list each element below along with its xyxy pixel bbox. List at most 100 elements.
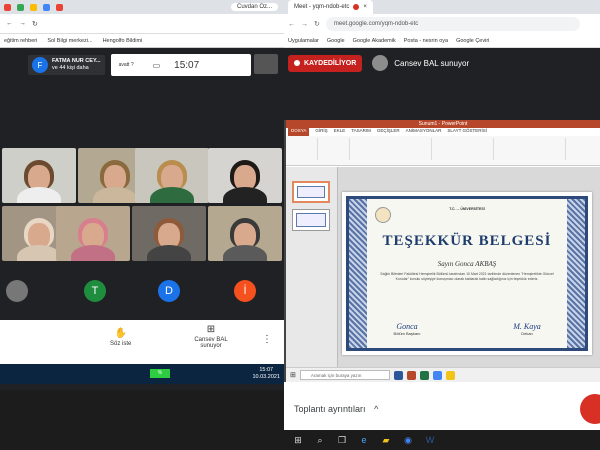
bookmark-item[interactable]: Google bbox=[327, 38, 345, 44]
ppt-tab[interactable]: GİRİŞ bbox=[315, 128, 327, 136]
ppt-title-bar: Sunum1 - PowerPoint bbox=[286, 120, 600, 128]
ppt-tab[interactable]: EKLE bbox=[334, 128, 346, 136]
slide-thumbnail[interactable] bbox=[292, 209, 330, 231]
drive-tab-icon[interactable] bbox=[17, 3, 24, 11]
task-view-icon[interactable]: ❐ bbox=[336, 434, 348, 446]
reload-icon[interactable]: ↻ bbox=[32, 20, 38, 28]
participant-tile[interactable] bbox=[2, 148, 76, 203]
left-taskbar: % 15:07 10.03.2021 bbox=[0, 364, 284, 384]
ppt-tab[interactable]: SLAYT GÖSTERİSİ bbox=[447, 128, 487, 136]
left-border-pattern bbox=[349, 199, 367, 348]
windows-start-icon[interactable]: ⊞ bbox=[292, 434, 304, 446]
certificate-slide[interactable]: T.C. ... ÜNİVERSİTESİ TEŞEKKÜR BELGESİ S… bbox=[342, 192, 592, 355]
reload-icon[interactable]: ↻ bbox=[314, 20, 320, 28]
signature-scribble: Gonca bbox=[396, 322, 418, 331]
raise-hand-label: Söz iste bbox=[110, 341, 132, 347]
card-label: avatt ? bbox=[118, 62, 134, 68]
participant-tile[interactable] bbox=[132, 206, 206, 261]
word-icon[interactable] bbox=[393, 370, 403, 380]
ppt-tab[interactable]: GEÇİŞLER bbox=[377, 128, 400, 136]
participant-grid bbox=[0, 148, 284, 266]
screen-icon[interactable]: ▭ bbox=[153, 61, 161, 70]
meet-footer: Toplantı ayrıntıları ^ bbox=[284, 382, 600, 430]
meeting-details-button[interactable]: Toplantı ayrıntıları ^ bbox=[294, 404, 378, 414]
bookmark-item[interactable]: Posta - nesrin oya bbox=[404, 38, 448, 44]
ppt-tab[interactable]: DOSYA bbox=[288, 128, 310, 136]
slides-group[interactable] bbox=[320, 138, 350, 160]
meet-top-bar: KAYDEDİLİYOR Cansev BAL sunuyor bbox=[284, 48, 600, 78]
profile-chip[interactable]: Cuvdan Oz... bbox=[230, 3, 278, 11]
participant-tile[interactable] bbox=[208, 148, 282, 203]
meet-tab[interactable]: Meet - yqm-ndob-etc × bbox=[288, 0, 373, 14]
end-call-button[interactable] bbox=[580, 394, 600, 424]
recording-label: KAYDEDİLİYOR bbox=[304, 59, 357, 67]
youtube-tab-icon[interactable] bbox=[56, 3, 63, 11]
excel-icon[interactable] bbox=[419, 370, 429, 380]
search-icon[interactable]: ⌕ bbox=[314, 434, 326, 446]
participant-tile[interactable] bbox=[56, 206, 130, 261]
recording-badge[interactable]: KAYDEDİLİYOR bbox=[288, 54, 363, 72]
clock-date: 10.03.2021 bbox=[252, 374, 280, 380]
paragraph-group[interactable] bbox=[434, 138, 494, 160]
powerpoint-icon[interactable] bbox=[406, 370, 416, 380]
participant-avatar[interactable]: İ bbox=[234, 280, 256, 302]
forward-icon[interactable]: → bbox=[19, 20, 26, 27]
close-tab-icon[interactable]: × bbox=[363, 4, 367, 10]
chevron-up-icon: ^ bbox=[374, 404, 379, 414]
presenter-chip[interactable]: F FATMA NUR CEY... ve 44 kişi daha bbox=[28, 55, 105, 75]
raise-hand-icon: ✋ bbox=[114, 328, 127, 339]
battery-indicator[interactable]: % bbox=[150, 369, 170, 378]
slide-thumbnail[interactable] bbox=[292, 181, 330, 203]
more-options-icon[interactable]: ⋮ bbox=[262, 334, 272, 345]
bookmark-item[interactable]: Uygulamalar bbox=[288, 38, 319, 44]
word-icon[interactable]: W bbox=[424, 434, 436, 446]
folder-icon[interactable] bbox=[445, 370, 455, 380]
back-icon[interactable]: ← bbox=[6, 20, 13, 27]
left-browser-window: Cuvdan Oz... ← → ↻ eğitim rehberi Sol Bi… bbox=[0, 0, 284, 390]
chrome-icon[interactable]: ◉ bbox=[402, 434, 414, 446]
record-icon bbox=[294, 60, 300, 66]
bookmark-item[interactable]: Google Akademik bbox=[353, 38, 396, 44]
participant-photo-avatar[interactable] bbox=[6, 280, 28, 302]
signature-role: Bölüm Başkanı bbox=[393, 331, 421, 336]
back-icon[interactable]: ← bbox=[288, 21, 295, 28]
taskbar-search[interactable]: Aramak için buraya yazın bbox=[299, 370, 390, 380]
participant-tile[interactable] bbox=[135, 148, 209, 203]
present-label: Cansev BAL sunuyor bbox=[194, 337, 228, 349]
participant-avatar[interactable]: T bbox=[84, 280, 106, 302]
certificate-paragraph: Sağlık Bilimleri Fakültesi Hemşirelik Bö… bbox=[380, 272, 554, 281]
forward-icon[interactable]: → bbox=[301, 21, 308, 28]
right-taskbar: ⊞ ⌕ ❐ e ▰ ◉ W bbox=[284, 430, 600, 450]
bookmark-item[interactable]: Hengolfo Bildimi bbox=[103, 38, 143, 44]
ppt-tab[interactable]: TASARIM bbox=[351, 128, 371, 136]
bookmark-item[interactable]: Sol Bilgi merkezi... bbox=[47, 38, 92, 44]
bookmark-item[interactable]: Google Çeviri bbox=[456, 38, 489, 44]
ppt-ribbon bbox=[286, 136, 600, 166]
folder-icon[interactable]: ▰ bbox=[380, 434, 392, 446]
presenter-avatar bbox=[372, 55, 389, 71]
gmail-tab-icon[interactable] bbox=[4, 3, 11, 11]
drawing-group[interactable] bbox=[496, 138, 566, 160]
presenter-name: FATMA NUR CEY... bbox=[52, 58, 101, 64]
chrome-icon[interactable] bbox=[432, 370, 442, 380]
system-clock[interactable]: 15:07 10.03.2021 bbox=[252, 367, 280, 381]
present-button[interactable]: ⊞ Cansev BAL sunuyor bbox=[186, 324, 236, 349]
shared-taskbar: ⊞ Aramak için buraya yazın bbox=[286, 367, 600, 382]
ppt-workspace: T.C. ... ÜNİVERSİTESİ TEŞEKKÜR BELGESİ S… bbox=[286, 167, 600, 367]
address-bar[interactable]: meet.google.com/yqm-ndob-etc bbox=[325, 17, 580, 31]
ppt-tab[interactable]: ANİMASYONLAR bbox=[406, 128, 442, 136]
right-browser-window: Meet - yqm-ndob-etc × ← → ↻ meet.google.… bbox=[284, 0, 600, 450]
edge-icon[interactable]: e bbox=[358, 434, 370, 446]
self-view-thumbnail[interactable] bbox=[254, 54, 278, 74]
raise-hand-button[interactable]: ✋ Söz iste bbox=[110, 328, 131, 347]
clipboard-group[interactable] bbox=[288, 138, 318, 160]
right-tab-strip: Meet - yqm-ndob-etc × bbox=[284, 0, 600, 14]
participant-avatar[interactable]: D bbox=[158, 280, 180, 302]
chrome-tab-icon[interactable] bbox=[43, 3, 50, 11]
docs-tab-icon[interactable] bbox=[30, 3, 37, 11]
meet-presenter-bar: F FATMA NUR CEY... ve 44 kişi daha avatt… bbox=[0, 52, 284, 78]
windows-start-icon[interactable]: ⊞ bbox=[290, 371, 296, 379]
bookmark-item[interactable]: eğitim rehberi bbox=[4, 38, 37, 44]
participant-tile[interactable] bbox=[208, 206, 282, 261]
font-group[interactable] bbox=[352, 138, 432, 160]
